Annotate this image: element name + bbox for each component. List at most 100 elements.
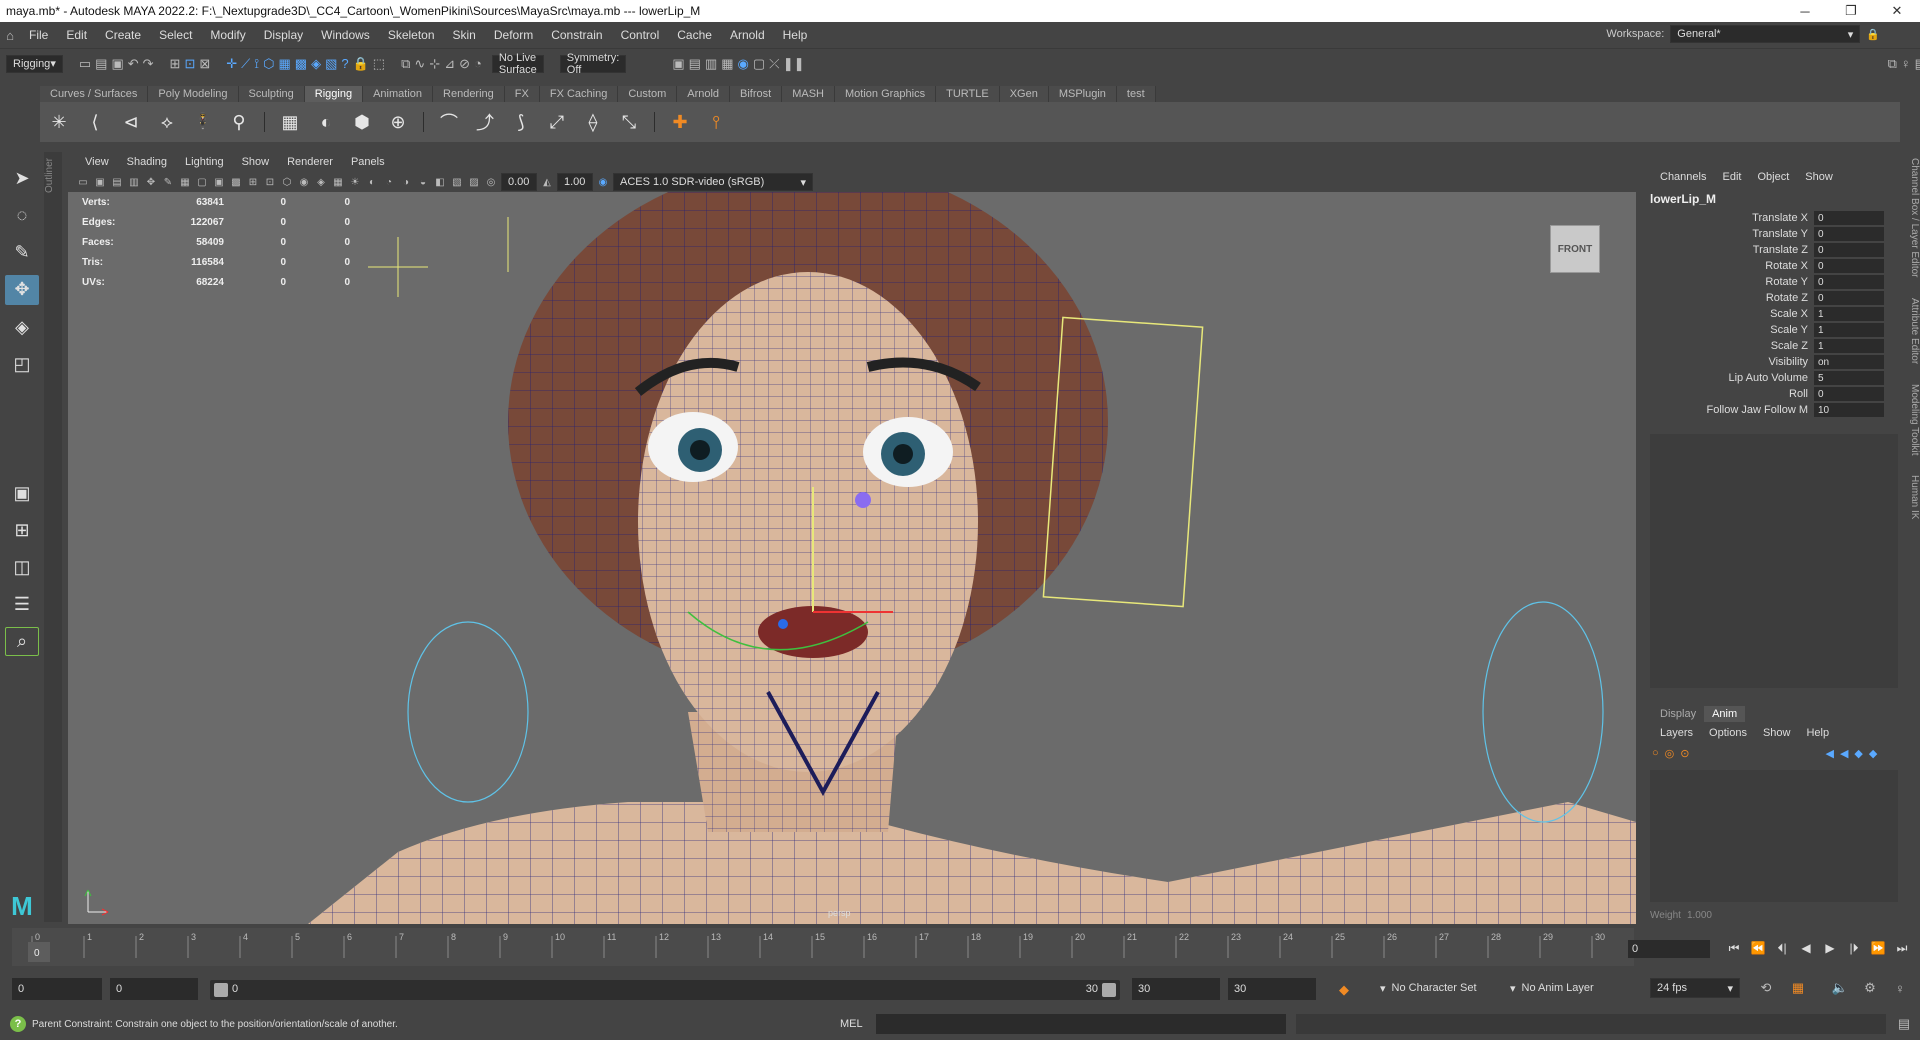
menu-deform[interactable]: Deform bbox=[485, 28, 542, 42]
grease-pencil-icon[interactable]: ✎ bbox=[161, 175, 175, 189]
cluster-icon[interactable]: ◐ bbox=[311, 107, 341, 137]
sound-icon[interactable]: 🔈 bbox=[1830, 978, 1850, 998]
time-slider[interactable]: 0 1 2 3 4 5 6 7 8 9 10 11 12 13 14 15 16 17 18 19 20 21 22 23 24… bbox=[12, 928, 1634, 966]
mask-curves-icon[interactable]: ⬡ bbox=[263, 54, 274, 74]
lip-corner-control[interactable] bbox=[778, 619, 788, 629]
exposure-icon[interactable]: ◎ bbox=[484, 175, 498, 189]
options-menu[interactable]: Options bbox=[1701, 727, 1755, 739]
zero-key-icon[interactable]: ◆ bbox=[1854, 747, 1862, 760]
fps-dropdown[interactable]: 24 fps ▾ bbox=[1650, 978, 1740, 998]
shelf-tab-fx[interactable]: FX bbox=[504, 86, 540, 102]
attr-value[interactable]: 1 bbox=[1814, 339, 1884, 353]
copy-weights-icon[interactable]: ⟠ bbox=[578, 107, 608, 137]
two-view-icon[interactable]: ◫ bbox=[5, 553, 39, 582]
hypershade-icon[interactable]: ◉ bbox=[738, 54, 749, 74]
attr-value[interactable]: 0 bbox=[1814, 275, 1884, 289]
workspace-dropdown[interactable]: General* ▾ bbox=[1670, 25, 1861, 43]
loop-icon[interactable]: ⟲ bbox=[1756, 978, 1776, 998]
attr-value[interactable]: 1 bbox=[1814, 307, 1884, 321]
tab-channel-box[interactable]: Channel Box / Layer Editor bbox=[1904, 158, 1920, 278]
mask-all-icon[interactable]: ✛ bbox=[226, 54, 237, 74]
mask-dynamics-icon[interactable]: ◈ bbox=[311, 54, 321, 74]
open-scene-icon[interactable]: ▤ bbox=[95, 54, 107, 74]
attr-value[interactable]: 0 bbox=[1814, 291, 1884, 305]
mask-deformations-icon[interactable]: ▩ bbox=[295, 54, 307, 74]
isolate-select-icon[interactable]: ◧ bbox=[433, 175, 447, 189]
tab-modeling-toolkit[interactable]: Modeling Toolkit bbox=[1904, 384, 1920, 456]
lights-icon[interactable]: ☀ bbox=[348, 175, 362, 189]
snap-view-icon[interactable]: ⊿ bbox=[444, 54, 455, 74]
menu-skeleton[interactable]: Skeleton bbox=[379, 28, 444, 42]
layer-list[interactable] bbox=[1650, 770, 1898, 902]
close-button[interactable]: ✕ bbox=[1874, 0, 1920, 22]
view-cube[interactable]: FRONT bbox=[1550, 225, 1600, 273]
menu-windows[interactable]: Windows bbox=[312, 28, 379, 42]
mask-misc-icon[interactable]: ? bbox=[341, 54, 348, 74]
ik-spline-icon[interactable]: ⟡ bbox=[152, 107, 182, 137]
select-component-icon[interactable]: ⊠ bbox=[199, 54, 210, 74]
four-view-icon[interactable]: ⊞ bbox=[5, 516, 39, 545]
attr-row[interactable]: Rotate X 0 bbox=[1644, 258, 1904, 274]
attr-row[interactable]: Scale X 1 bbox=[1644, 306, 1904, 322]
sculpt-deformer-icon[interactable]: ⊕ bbox=[383, 107, 413, 137]
search-icon[interactable]: ⌕ bbox=[5, 627, 39, 657]
attribute-editor-icon[interactable]: ▤ bbox=[1915, 54, 1920, 74]
prune-weights-icon[interactable]: ⤡ bbox=[614, 107, 644, 137]
weight-slider[interactable]: Weight 1.000 bbox=[1650, 908, 1898, 922]
tab-anim[interactable]: Anim bbox=[1704, 706, 1746, 722]
paint-select-icon[interactable]: ✎ bbox=[5, 238, 39, 267]
menu-select[interactable]: Select bbox=[150, 28, 201, 42]
wireframe-icon[interactable]: ⬡ bbox=[280, 175, 294, 189]
menu-edit[interactable]: Edit bbox=[57, 28, 96, 42]
tab-attribute-editor[interactable]: Attribute Editor bbox=[1904, 298, 1920, 364]
snap-surface-icon[interactable]: ⊘ bbox=[459, 54, 470, 74]
image-plane-icon[interactable]: ▥ bbox=[127, 175, 141, 189]
lip-control[interactable] bbox=[855, 492, 871, 508]
bookmark-icon[interactable]: ▤ bbox=[110, 175, 124, 189]
attr-row[interactable]: Rotate Y 0 bbox=[1644, 274, 1904, 290]
gate-mask-icon[interactable]: ▩ bbox=[229, 175, 243, 189]
menu-modify[interactable]: Modify bbox=[201, 28, 254, 42]
mel-input[interactable] bbox=[876, 1014, 1286, 1034]
select-object-icon[interactable]: ⊡ bbox=[184, 54, 195, 74]
attr-row[interactable]: Roll 0 bbox=[1644, 386, 1904, 402]
ipr-render-icon[interactable]: ▥ bbox=[705, 54, 717, 74]
panel-menu-view[interactable]: View bbox=[76, 156, 118, 168]
menu-arnold[interactable]: Arnold bbox=[721, 28, 774, 42]
show-menu[interactable]: Show bbox=[1797, 171, 1841, 183]
shelf-tab-turtle[interactable]: TURTLE bbox=[936, 86, 1000, 102]
select-hierarchy-icon[interactable]: ⊞ bbox=[170, 54, 181, 74]
shadows-icon[interactable]: ◐ bbox=[365, 175, 379, 189]
panel-menu-renderer[interactable]: Renderer bbox=[278, 156, 342, 168]
move-layer-up-icon[interactable]: ◀ bbox=[1825, 747, 1833, 760]
snap-point-icon[interactable]: ⊹ bbox=[429, 54, 440, 74]
layers-menu[interactable]: Layers bbox=[1652, 727, 1701, 739]
snap-live-icon[interactable]: ◔ bbox=[474, 54, 482, 74]
paint-weights-icon[interactable]: ⤴ bbox=[470, 107, 500, 137]
full-key-icon[interactable]: ◆ bbox=[1869, 747, 1877, 760]
play-backwards-button[interactable]: ◀ bbox=[1796, 938, 1816, 958]
wireframe-on-shaded-icon[interactable]: ◈ bbox=[314, 175, 328, 189]
attr-row[interactable]: Scale Y 1 bbox=[1644, 322, 1904, 338]
animation-prefs-icon[interactable]: ⚙ bbox=[1860, 978, 1880, 998]
shelf-tab-test[interactable]: test bbox=[1116, 86, 1156, 102]
step-forward-key-button[interactable]: ⏩ bbox=[1868, 938, 1888, 958]
menu-constrain[interactable]: Constrain bbox=[542, 28, 611, 42]
attr-row[interactable]: Visibility on bbox=[1644, 354, 1904, 370]
auto-key-icon[interactable]: ◆ bbox=[1334, 980, 1354, 1000]
hik-icon[interactable]: ⚲ bbox=[224, 107, 254, 137]
arnold-ipr-icon[interactable]: ⤫ bbox=[769, 54, 779, 74]
attr-value[interactable]: on bbox=[1814, 355, 1884, 369]
menu-create[interactable]: Create bbox=[96, 28, 150, 42]
attr-value[interactable]: 10 bbox=[1814, 403, 1884, 417]
outliner-tab[interactable]: Outliner bbox=[44, 152, 62, 922]
attr-row[interactable]: Translate X 0 bbox=[1644, 210, 1904, 226]
anim-start-field[interactable]: 0 bbox=[12, 978, 102, 1000]
new-layer-empty-icon[interactable]: ⊙ bbox=[1680, 747, 1689, 760]
single-view-icon[interactable]: ▣ bbox=[5, 479, 39, 508]
gamma-field[interactable]: 1.00 bbox=[557, 173, 593, 191]
show-menu[interactable]: Show bbox=[1755, 727, 1799, 739]
shelf-tab-curves[interactable]: Curves / Surfaces bbox=[40, 86, 149, 102]
outliner-layout-icon[interactable]: ☰ bbox=[5, 590, 39, 619]
motion-blur-icon[interactable]: ◑ bbox=[399, 175, 413, 189]
